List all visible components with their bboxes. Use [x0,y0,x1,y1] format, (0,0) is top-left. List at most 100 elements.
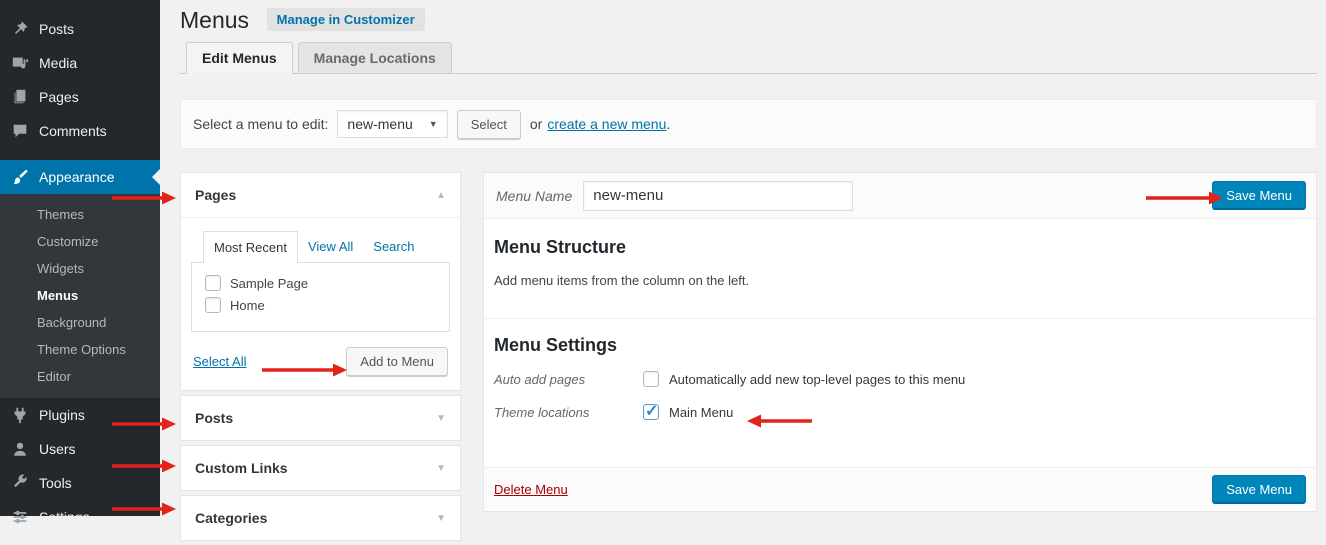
menu-select-label: Select a menu to edit: [193,116,328,132]
sidebar-item-label: Users [39,441,76,457]
wrench-icon [10,473,30,493]
page-title: Menus [180,6,249,35]
pages-panel-body: Most Recent View All Search Sample Page [181,217,460,390]
tab-most-recent[interactable]: Most Recent [203,231,298,263]
sidebar-separator [0,148,160,160]
auto-add-pages-text: Automatically add new top-level pages to… [669,372,965,387]
checkbox-label: Home [230,298,265,313]
list-item: Home [192,294,449,316]
section-divider [484,318,1316,319]
auto-add-pages-label: Auto add pages [494,371,643,387]
custom-links-panel: Custom Links ▼ [180,445,461,491]
menu-name-label: Menu Name [496,188,572,204]
plug-icon [10,405,30,425]
categories-panel-header[interactable]: Categories ▼ [181,496,460,540]
save-menu-button-bottom[interactable]: Save Menu [1212,475,1306,504]
select-all-link[interactable]: Select All [193,354,246,369]
save-menu-button-top[interactable]: Save Menu [1212,181,1306,210]
tab-search[interactable]: Search [363,231,424,262]
admin-sidebar: Posts Media Pages Comments Appearance [0,0,160,516]
sidebar-item-comments[interactable]: Comments [0,114,160,148]
media-icon [10,53,30,73]
expand-triangle-icon[interactable]: ▼ [436,413,446,424]
pushpin-icon [10,19,30,39]
theme-locations-row: Theme locations Main Menu [494,404,1306,420]
nav-tabs: Edit Menus Manage Locations [180,38,1317,74]
sidebar-item-appearance[interactable]: Appearance [0,160,160,194]
submenu-item-menus[interactable]: Menus [0,282,160,309]
menu-name-input[interactable] [583,181,853,211]
sidebar-item-label: Comments [39,123,107,139]
categories-panel-title: Categories [195,510,267,526]
tab-view-all[interactable]: View All [298,231,363,262]
pages-icon [10,87,30,107]
user-icon [10,439,30,459]
settings-sliders-icon [10,507,30,527]
select-button[interactable]: Select [457,110,521,139]
menu-editor-body: Menu Structure Add menu items from the c… [484,219,1316,467]
create-new-menu-link[interactable]: create a new menu [547,116,666,132]
submenu-item-widgets[interactable]: Widgets [0,255,160,282]
pages-filter-tabs: Most Recent View All Search [191,228,450,262]
menu-structure-help: Add menu items from the column on the le… [494,273,1306,288]
pages-panel-title: Pages [195,187,236,203]
auto-add-pages-row: Auto add pages Automatically add new top… [494,371,1306,387]
posts-panel-title: Posts [195,410,233,426]
tab-manage-locations[interactable]: Manage Locations [298,42,452,74]
menu-select-bar: Select a menu to edit: new-menu ▼ Select… [180,99,1317,149]
sidebar-item-media[interactable]: Media [0,46,160,80]
pages-panel-header[interactable]: Pages ▲ [181,173,460,217]
menu-select-value: new-menu [347,116,412,132]
home-checkbox[interactable] [205,297,221,313]
sidebar-item-label: Settings [39,509,90,525]
sidebar-item-tools[interactable]: Tools [0,466,160,500]
menu-structure-heading: Menu Structure [494,237,1306,258]
sidebar-item-label: Media [39,55,77,71]
menu-select-dropdown[interactable]: new-menu ▼ [337,110,447,138]
custom-links-panel-title: Custom Links [195,460,288,476]
sidebar-item-posts[interactable]: Posts [0,12,160,46]
checkbox-label: Sample Page [230,276,308,291]
submenu-item-theme-options[interactable]: Theme Options [0,336,160,363]
sidebar-item-settings[interactable]: Settings [0,500,160,534]
submenu-item-customize[interactable]: Customize [0,228,160,255]
sidebar-item-label: Appearance [39,169,115,185]
menu-items-column: Pages ▲ Most Recent View All Search S [180,172,461,545]
custom-links-panel-header[interactable]: Custom Links ▼ [181,446,460,490]
menu-editor-columns: Pages ▲ Most Recent View All Search S [180,172,1317,545]
submenu-item-editor[interactable]: Editor [0,363,160,390]
period-text: . [666,116,670,132]
add-to-menu-button[interactable]: Add to Menu [346,347,448,376]
auto-add-pages-checkbox[interactable] [643,371,659,387]
categories-panel: Categories ▼ [180,495,461,541]
theme-locations-label: Theme locations [494,404,643,420]
pages-checklist: Sample Page Home [191,262,450,332]
sidebar-item-users[interactable]: Users [0,432,160,466]
tab-edit-menus[interactable]: Edit Menus [186,42,293,74]
paintbrush-icon [10,167,30,187]
submenu-item-background[interactable]: Background [0,309,160,336]
delete-menu-link[interactable]: Delete Menu [494,482,568,497]
page-header: Menus Manage in Customizer [180,0,1317,38]
main-menu-checkbox[interactable] [643,404,659,420]
pages-panel: Pages ▲ Most Recent View All Search S [180,172,461,391]
or-text: or [530,116,542,132]
sidebar-item-label: Tools [39,475,72,491]
list-item: Sample Page [192,272,449,294]
posts-panel-header[interactable]: Posts ▼ [181,396,460,440]
sample-page-checkbox[interactable] [205,275,221,291]
pages-panel-actions: Select All Add to Menu [191,332,450,376]
sidebar-item-plugins[interactable]: Plugins [0,398,160,432]
wordpress-admin: Posts Media Pages Comments Appearance [0,0,1326,516]
collapse-triangle-icon[interactable]: ▲ [436,190,446,201]
expand-triangle-icon[interactable]: ▼ [436,463,446,474]
menu-settings-heading: Menu Settings [494,335,1306,356]
sidebar-item-label: Posts [39,21,74,37]
manage-in-customizer-button[interactable]: Manage in Customizer [267,8,425,31]
comment-bubble-icon [10,121,30,141]
submenu-item-themes[interactable]: Themes [0,201,160,228]
appearance-submenu: Themes Customize Widgets Menus Backgroun… [0,194,160,398]
expand-triangle-icon[interactable]: ▼ [436,513,446,524]
sidebar-item-pages[interactable]: Pages [0,80,160,114]
posts-panel: Posts ▼ [180,395,461,441]
